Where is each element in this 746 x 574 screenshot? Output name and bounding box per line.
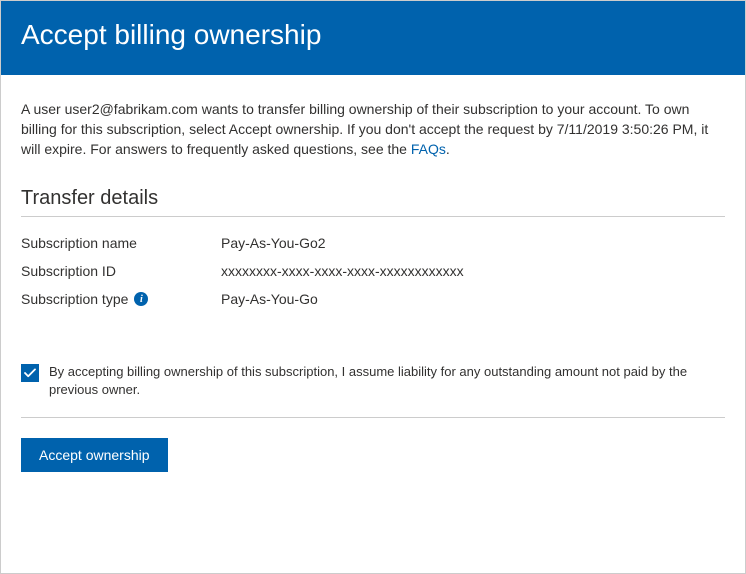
- detail-label: Subscription ID: [21, 263, 221, 279]
- content-area: A user user2@fabrikam.com wants to trans…: [1, 75, 745, 492]
- detail-row-subscription-name: Subscription name Pay-As-You-Go2: [21, 235, 725, 251]
- info-icon[interactable]: i: [134, 292, 148, 306]
- detail-value: Pay-As-You-Go: [221, 291, 725, 307]
- intro-paragraph: A user user2@fabrikam.com wants to trans…: [21, 99, 725, 159]
- consent-checkbox[interactable]: [21, 364, 39, 382]
- faqs-link[interactable]: FAQs: [411, 141, 446, 157]
- accept-ownership-button[interactable]: Accept ownership: [21, 438, 168, 472]
- detail-label: Subscription name: [21, 235, 221, 251]
- label-text: Subscription ID: [21, 263, 116, 279]
- intro-text-after: .: [446, 141, 450, 157]
- label-text: Subscription name: [21, 235, 137, 251]
- checkmark-icon: [24, 367, 36, 379]
- label-text: Subscription type: [21, 291, 128, 307]
- transfer-details-heading: Transfer details: [21, 187, 725, 217]
- detail-value: xxxxxxxx-xxxx-xxxx-xxxx-xxxxxxxxxxxx: [221, 263, 725, 279]
- footer-actions: Accept ownership: [21, 438, 725, 472]
- detail-label: Subscription type i: [21, 291, 221, 307]
- page-title: Accept billing ownership: [21, 19, 725, 51]
- consent-text: By accepting billing ownership of this s…: [49, 363, 725, 399]
- detail-row-subscription-id: Subscription ID xxxxxxxx-xxxx-xxxx-xxxx-…: [21, 263, 725, 279]
- detail-value: Pay-As-You-Go2: [221, 235, 725, 251]
- consent-block: By accepting billing ownership of this s…: [21, 363, 725, 418]
- header-bar: Accept billing ownership: [1, 1, 745, 75]
- intro-text-before: A user user2@fabrikam.com wants to trans…: [21, 101, 708, 157]
- detail-row-subscription-type: Subscription type i Pay-As-You-Go: [21, 291, 725, 307]
